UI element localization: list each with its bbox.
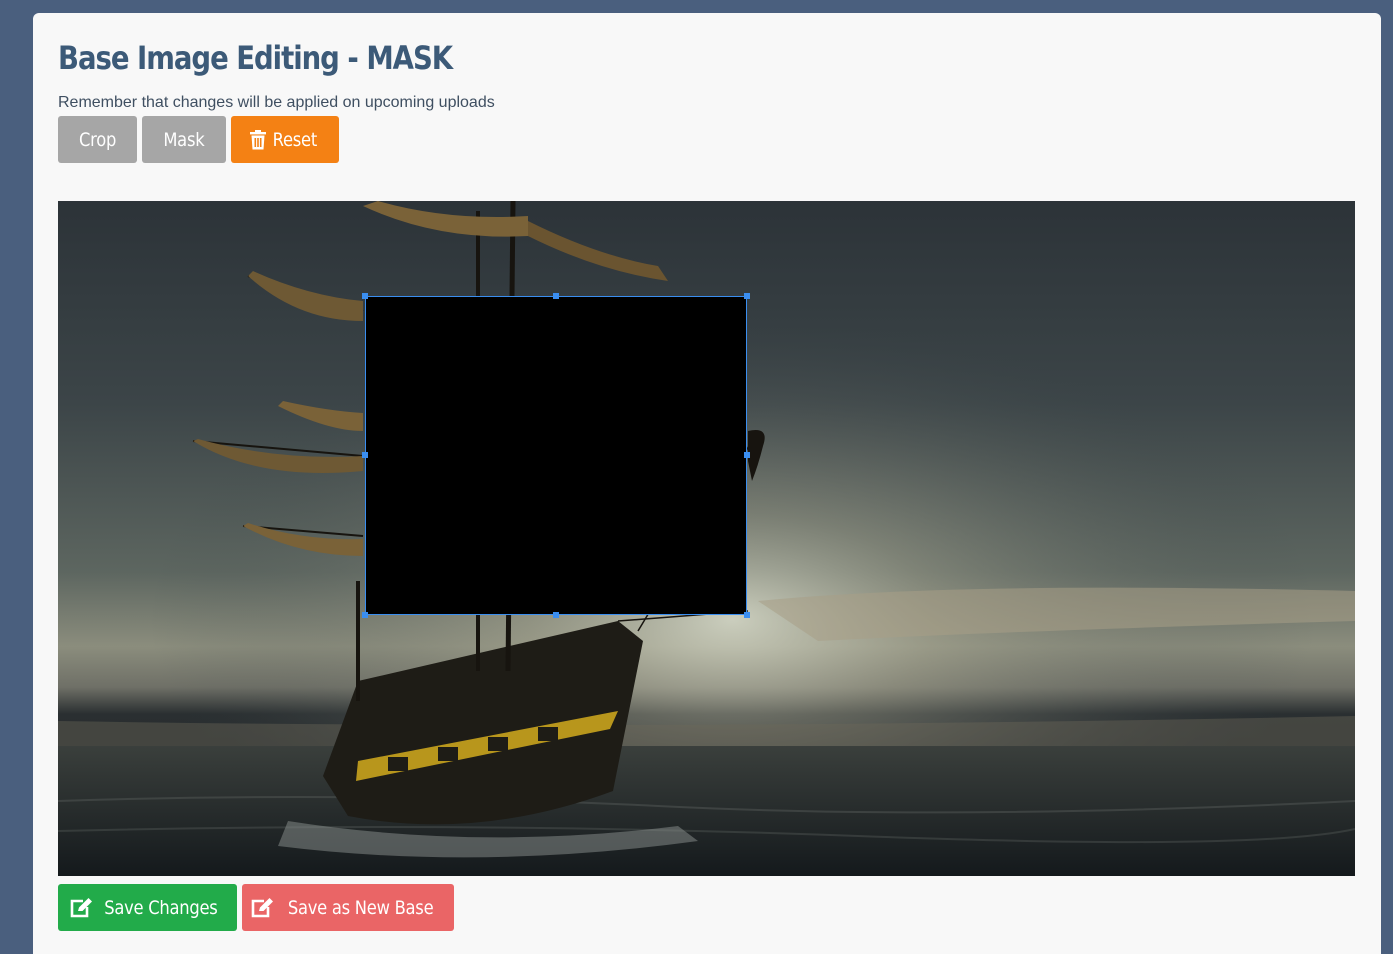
page-subtitle: Remember that changes will be applied on… <box>58 94 495 111</box>
mask-button-label: Mask <box>163 128 205 151</box>
crop-button[interactable]: Crop <box>58 116 137 163</box>
resize-handle-right[interactable] <box>744 452 750 458</box>
resize-handle-left[interactable] <box>362 452 368 458</box>
crop-button-label: Crop <box>78 128 117 151</box>
edit-icon <box>69 897 93 918</box>
save-as-new-base-label: Save as New Base <box>288 896 434 919</box>
editor-panel: Base Image Editing - MASK Remember that … <box>33 13 1381 954</box>
resize-handle-bottom-right[interactable] <box>744 612 750 618</box>
mask-selection[interactable] <box>365 296 747 615</box>
reset-button-label: Reset <box>272 128 318 151</box>
save-as-new-base-button[interactable]: Save as New Base <box>242 884 454 931</box>
trash-icon <box>249 129 267 150</box>
save-changes-button[interactable]: Save Changes <box>58 884 237 931</box>
resize-handle-top[interactable] <box>553 293 559 299</box>
mask-button[interactable]: Mask <box>142 116 226 163</box>
page-title: Base Image Editing - MASK <box>58 39 453 77</box>
edit-icon <box>250 897 274 918</box>
image-canvas[interactable] <box>58 201 1355 876</box>
resize-handle-bottom[interactable] <box>553 612 559 618</box>
resize-handle-bottom-left[interactable] <box>362 612 368 618</box>
resize-handle-top-left[interactable] <box>362 293 368 299</box>
reset-button[interactable]: Reset <box>231 116 339 163</box>
resize-handle-top-right[interactable] <box>744 293 750 299</box>
save-changes-label: Save Changes <box>103 896 218 919</box>
